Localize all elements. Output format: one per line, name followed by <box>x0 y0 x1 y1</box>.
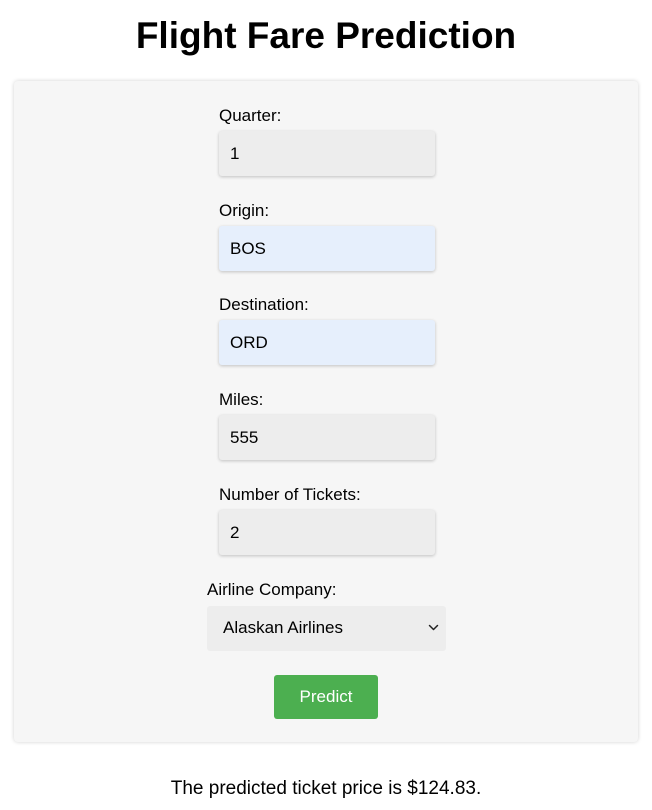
prediction-result: The predicted ticket price is $124.83. <box>170 778 482 799</box>
origin-input[interactable] <box>219 226 435 271</box>
page: Flight Fare Prediction Quarter: Origin: … <box>0 0 652 810</box>
tickets-input[interactable] <box>219 510 435 555</box>
airline-label: Airline Company: <box>207 580 337 599</box>
origin-label: Origin: <box>219 201 270 220</box>
predict-button[interactable]: Predict <box>274 675 378 719</box>
destination-label: Destination: <box>219 295 309 314</box>
chevron-down-icon <box>428 624 439 631</box>
airline-select-value: Alaskan Airlines <box>223 618 344 637</box>
quarter-input[interactable] <box>219 131 435 176</box>
quarter-label: Quarter: <box>219 106 282 125</box>
destination-input[interactable] <box>219 320 435 365</box>
airline-select[interactable]: Alaskan Airlines <box>207 606 446 651</box>
miles-input[interactable] <box>219 415 435 460</box>
page-title: Flight Fare Prediction <box>135 15 517 56</box>
miles-label: Miles: <box>219 390 264 409</box>
tickets-label: Number of Tickets: <box>219 485 361 504</box>
